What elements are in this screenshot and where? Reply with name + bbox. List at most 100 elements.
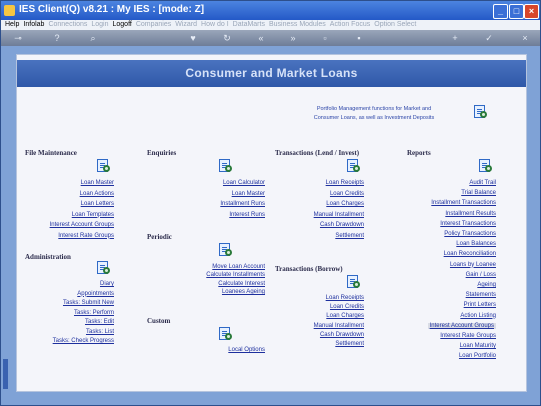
file-maintenance-link[interactable]: Loan Letters	[81, 201, 114, 207]
periodic-icon	[217, 243, 235, 259]
page-banner: Consumer and Market Loans	[17, 60, 526, 87]
side-strip	[3, 359, 8, 389]
reports-link[interactable]: Loan Balances	[456, 241, 496, 247]
app-window: IES Client(Q) v8.21 : My IES : [mode: Z]…	[0, 0, 541, 406]
reports-link[interactable]: Loans by Loanee	[450, 262, 496, 268]
administration-link[interactable]: Appointments	[77, 291, 114, 297]
doc-icon[interactable]: ▫	[319, 32, 331, 44]
section-title-custom: Custom	[147, 317, 171, 325]
search-icon[interactable]: ⌕	[87, 32, 99, 44]
app-icon	[4, 5, 15, 16]
section-title-administration: Administration	[25, 253, 71, 261]
reports-link[interactable]: Ageing	[477, 282, 496, 288]
reports-link[interactable]: Action Listing	[460, 313, 496, 319]
reports-link[interactable]: Installment Results	[445, 211, 496, 217]
description-line-2: Consumer Loans, as well as Investment De…	[313, 115, 435, 121]
transactions-borrow-link[interactable]: Manual Installment	[314, 323, 364, 329]
maximize-button[interactable]: □	[509, 4, 524, 19]
add-icon[interactable]: +	[449, 32, 461, 44]
custom-icon	[217, 327, 235, 343]
enquiries-icon	[217, 159, 235, 175]
section-title-transactions-borrow: Transactions (Borrow)	[275, 265, 343, 273]
custom-link[interactable]: Local Options	[228, 347, 265, 353]
menu-item[interactable]: Logoff	[113, 20, 132, 30]
file-maintenance-link[interactable]: Interest Account Groups	[50, 222, 114, 228]
administration-link[interactable]: Tasks: Perform	[74, 310, 114, 316]
administration-link[interactable]: Diary	[100, 281, 114, 287]
menu-item[interactable]: Login	[91, 20, 108, 30]
transactions-lend-link[interactable]: Cash Drawdown	[320, 222, 364, 228]
back-icon[interactable]: «	[255, 32, 267, 44]
key-icon[interactable]: ⊸	[7, 32, 29, 44]
reports-link[interactable]: Policy Transactions	[444, 231, 496, 237]
periodic-link[interactable]: Calculate Interest	[218, 281, 265, 287]
reports-link[interactable]: Statements	[466, 292, 496, 298]
heart-icon[interactable]: ♥	[187, 32, 199, 44]
transactions-lend-link[interactable]: Settlement	[335, 233, 364, 239]
reports-link[interactable]: Interest Rate Groups	[440, 333, 496, 339]
enquiries-link[interactable]: Loan Master	[232, 191, 265, 197]
toolbar: ⊸ ? ⌕ ♥ ↻ « » ▫ ▪ + ✓ ×	[1, 30, 540, 46]
file-maintenance-link[interactable]: Loan Master	[81, 180, 114, 186]
enquiries-link[interactable]: Loan Calculator	[223, 180, 265, 186]
reports-link[interactable]: Loan Maturity	[460, 343, 496, 349]
reports-icon	[477, 159, 495, 175]
section-title-enquiries: Enquiries	[147, 149, 177, 157]
section-title-file-maintenance: File Maintenance	[25, 149, 77, 157]
administration-icon	[95, 261, 113, 277]
reports-link[interactable]: Installment Transactions	[431, 200, 496, 206]
check-icon[interactable]: ✓	[483, 32, 495, 44]
title-bar[interactable]: IES Client(Q) v8.21 : My IES : [mode: Z]…	[1, 1, 540, 20]
menu-item[interactable]: Option Select	[374, 20, 416, 30]
menu-item[interactable]: Help	[5, 20, 19, 30]
transactions-lend-link[interactable]: Loan Receipts	[326, 180, 364, 186]
menu-item[interactable]: Action Focus	[330, 20, 370, 30]
transactions-borrow-link[interactable]: Loan Charges	[326, 313, 364, 319]
periodic-link[interactable]: Move Loan Account	[212, 264, 265, 270]
reports-link[interactable]: Loan Reconciliation	[444, 251, 496, 257]
help-icon[interactable]: ?	[51, 32, 63, 44]
transactions-borrow-link[interactable]: Settlement	[335, 341, 364, 347]
enquiries-link[interactable]: Interest Runs	[229, 212, 265, 218]
transactions-borrow-link[interactable]: Cash Drawdown	[320, 332, 364, 338]
reports-link[interactable]: Interest Account Groups	[427, 322, 496, 329]
reports-link[interactable]: Interest Transactions	[440, 221, 496, 227]
menu-item[interactable]: Connections	[48, 20, 87, 30]
forward-icon[interactable]: »	[287, 32, 299, 44]
menu-item[interactable]: Companies	[136, 20, 171, 30]
administration-link[interactable]: Tasks: Submit New	[63, 300, 114, 306]
transactions-borrow-link[interactable]: Loan Receipts	[326, 295, 364, 301]
refresh-icon[interactable]: ↻	[221, 32, 233, 44]
cancel-icon[interactable]: ×	[519, 32, 531, 44]
file-maintenance-link[interactable]: Loan Actions	[80, 191, 114, 197]
administration-link[interactable]: Tasks: Check Progress	[53, 338, 114, 344]
reports-link[interactable]: Print Letters	[464, 302, 496, 308]
reports-link[interactable]: Loan Portfolio	[459, 353, 496, 359]
reports-link[interactable]: Gain / Loss	[466, 272, 496, 278]
enquiries-link[interactable]: Installment Runs	[220, 201, 265, 207]
transactions-lend-link[interactable]: Loan Credits	[330, 191, 364, 197]
section-title-transactions-lend: Transactions (Lend / Invest)	[275, 149, 360, 157]
file-maintenance-link[interactable]: Interest Rate Groups	[58, 233, 114, 239]
section-title-reports: Reports	[407, 149, 431, 157]
reports-link[interactable]: Audit Trail	[469, 180, 496, 186]
clipboard-icon[interactable]: ▪	[353, 32, 365, 44]
menu-item[interactable]: Business Modules	[269, 20, 326, 30]
administration-link[interactable]: Tasks: List	[86, 329, 114, 335]
menu-item[interactable]: DataMarts	[233, 20, 265, 30]
minimize-button[interactable]: _	[493, 4, 508, 19]
transactions-lend-link[interactable]: Loan Charges	[326, 201, 364, 207]
menu-item[interactable]: Wizard	[175, 20, 197, 30]
periodic-link[interactable]: Calculate Installments	[206, 272, 265, 278]
transactions-borrow-link[interactable]: Loan Credits	[330, 304, 364, 310]
close-button[interactable]: ×	[524, 4, 539, 19]
menu-item[interactable]: How do I	[201, 20, 229, 30]
transactions-lend-link[interactable]: Manual Installment	[314, 212, 364, 218]
reports-link[interactable]: Trial Balance	[461, 190, 496, 196]
file-maintenance-link[interactable]: Loan Templates	[72, 212, 114, 218]
periodic-link[interactable]: Loanees Ageing	[222, 289, 265, 295]
administration-link[interactable]: Tasks: Edit	[85, 319, 114, 325]
main-panel: Consumer and Market Loans Portfolio Mana…	[17, 55, 526, 391]
page-description: Portfolio Management functions for Marke…	[299, 105, 449, 123]
menu-item[interactable]: Infolab	[23, 20, 44, 30]
